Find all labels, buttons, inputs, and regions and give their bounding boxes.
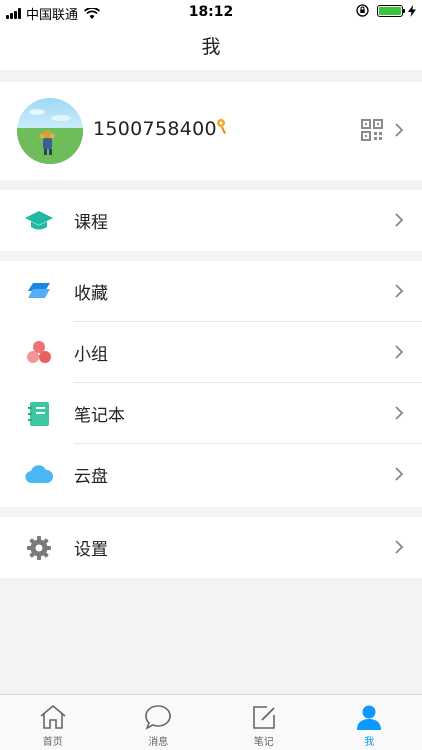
charging-icon: [408, 4, 416, 17]
page-title: 我: [201, 36, 221, 58]
chevron-right-icon: [395, 406, 404, 420]
menu-item-label: 云盘: [74, 467, 108, 487]
menu-group-main: 收藏 小组 笔记本 云盘: [0, 261, 422, 507]
rotation-lock-icon: [356, 4, 369, 17]
profile-card[interactable]: 1500758400: [0, 82, 422, 180]
chevron-right-icon: [395, 213, 404, 227]
person-icon: [357, 705, 382, 730]
battery-icon: [377, 4, 405, 17]
tab-home[interactable]: 首页: [0, 695, 106, 750]
menu-item-cloud-drive[interactable]: 云盘: [0, 444, 422, 505]
menu-item-groups[interactable]: 小组: [0, 322, 422, 383]
tab-me[interactable]: 我: [317, 695, 422, 750]
chevron-right-icon: [395, 540, 404, 554]
tab-notes[interactable]: 笔记: [211, 695, 317, 750]
nav-bar: 我: [0, 24, 422, 70]
qr-code-icon[interactable]: [361, 119, 383, 141]
menu-item-favorites[interactable]: 收藏: [0, 261, 422, 322]
chat-bubble-icon: [145, 705, 172, 730]
menu-item-label: 课程: [74, 213, 108, 233]
menu-item-label: 笔记本: [74, 406, 125, 426]
tab-label: 我: [364, 737, 375, 748]
chevron-right-icon: [395, 284, 404, 298]
menu-group-settings: 设置: [0, 517, 422, 578]
menu-group-courses: 课程: [0, 190, 422, 251]
chevron-right-icon: [395, 123, 404, 137]
avatar-photo: [17, 109, 83, 164]
status-bar: 中国联通 18:12: [0, 0, 422, 24]
menu-item-label: 小组: [74, 345, 108, 365]
chevron-right-icon: [395, 467, 404, 481]
tab-label: 首页: [42, 737, 63, 748]
gear-icon: [27, 536, 51, 560]
home-icon: [40, 704, 66, 729]
tab-bar: 首页 消息 笔记 我: [0, 694, 422, 750]
menu-item-label: 设置: [74, 540, 108, 560]
menu-item-courses[interactable]: 课程: [0, 190, 422, 251]
avatar[interactable]: [17, 98, 83, 164]
menu-item-label: 收藏: [74, 284, 108, 304]
user-phone: 1500758400: [93, 118, 217, 140]
tab-label: 消息: [148, 737, 169, 748]
tab-messages[interactable]: 消息: [106, 695, 212, 750]
status-right: [356, 4, 416, 17]
chevron-right-icon: [395, 345, 404, 359]
tab-label: 笔记: [253, 737, 274, 748]
layers-icon: [28, 283, 50, 298]
edit-note-icon: [252, 706, 275, 729]
menu-item-notebook[interactable]: 笔记本: [0, 383, 422, 444]
menu-item-settings[interactable]: 设置: [0, 517, 422, 578]
cloud-icon: [25, 465, 54, 484]
notebook-icon: [28, 402, 49, 426]
graduation-cap-icon: [25, 211, 53, 230]
group-circles-icon: [27, 341, 51, 363]
key-badge-icon: [217, 119, 226, 134]
